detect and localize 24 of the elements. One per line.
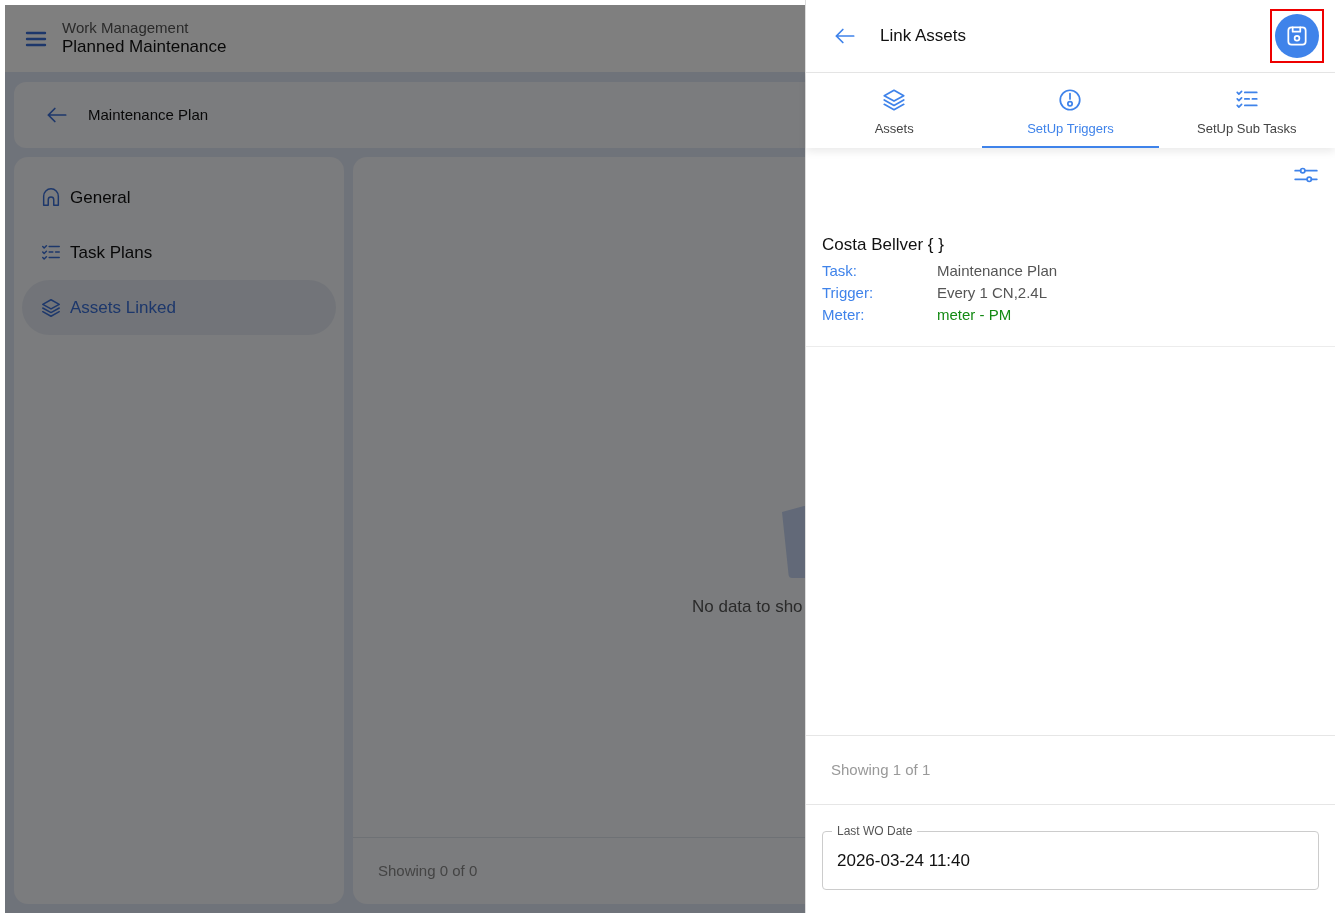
field-label: Trigger: — [822, 282, 875, 303]
home-icon — [40, 186, 62, 209]
empty-message: No data to sho — [692, 596, 803, 618]
record-name: Costa Bellver { } — [822, 234, 945, 256]
field-value: meter - PM — [937, 304, 1012, 325]
tab[interactable]: SetUp Triggers — [982, 73, 1159, 148]
save-icon — [1284, 23, 1310, 49]
field-label: Task: — [822, 260, 858, 281]
empty-box-illustration — [782, 506, 805, 578]
app-subtitle: Work Management — [62, 20, 190, 37]
breadcrumb-title: Maintenance Plan — [88, 104, 209, 125]
page-title: Planned Maintenance — [62, 36, 227, 57]
layers-icon — [40, 296, 62, 319]
sidebar-item[interactable]: Assets Linked — [22, 280, 336, 335]
tab[interactable]: Assets — [806, 73, 983, 148]
field-value: Maintenance Plan — [937, 260, 1058, 281]
field-value: Every 1 CN,2.4L — [937, 282, 1048, 303]
panel-title: Link Assets — [880, 25, 966, 48]
tab[interactable]: SetUp Sub Tasks — [1158, 73, 1335, 148]
sidebar-item[interactable]: Task Plans — [22, 225, 336, 280]
alert-circle-icon — [1057, 87, 1084, 114]
record-count: Showing 1 of 1 — [806, 735, 1335, 805]
sidebar-item[interactable]: General — [22, 170, 336, 225]
field-label: Meter: — [822, 304, 866, 325]
